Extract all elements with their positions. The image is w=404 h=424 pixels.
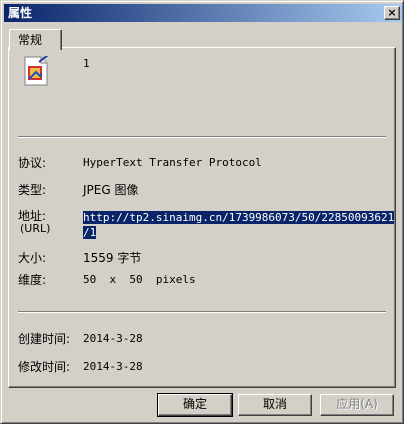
type-value: JPEG 图像 <box>83 183 139 197</box>
tab-general[interactable]: 常规 <box>9 29 62 50</box>
image-file-icon <box>24 56 49 86</box>
modified-label: 修改时间: <box>18 360 71 374</box>
address-label: 地址: <box>18 209 47 223</box>
protocol-value: HyperText Transfer Protocol <box>83 156 262 169</box>
protocol-label: 协议: <box>18 156 47 170</box>
separator-top <box>18 136 386 138</box>
cancel-button[interactable]: 取消 <box>238 394 312 416</box>
apply-button[interactable]: 应用(A) <box>320 394 394 416</box>
size-value: 1559 字节 <box>83 251 142 265</box>
close-icon: × <box>387 6 397 19</box>
ok-button[interactable]: 确定 <box>157 393 233 417</box>
tab-general-label: 常规 <box>18 33 43 47</box>
title-bar[interactable]: 属性 × <box>4 4 402 22</box>
modified-value: 2014-3-28 <box>83 360 143 373</box>
file-name: 1 <box>83 57 90 70</box>
address-url-label: (URL) <box>20 222 51 235</box>
dimension-label: 维度: <box>18 273 47 287</box>
dimension-value: 50 x 50 pixels <box>83 273 196 286</box>
size-label: 大小: <box>18 251 47 265</box>
address-value[interactable]: http://tp2.sinaimg.cn/1739986073/50/2285… <box>83 210 395 240</box>
close-button[interactable]: × <box>384 6 400 20</box>
window-title: 属性 <box>8 6 33 20</box>
address-line-2: /1 <box>83 226 97 239</box>
type-label: 类型: <box>18 183 47 197</box>
address-line-1: http://tp2.sinaimg.cn/1739986073/50/2285… <box>83 211 395 224</box>
created-label: 创建时间: <box>18 332 71 346</box>
created-value: 2014-3-28 <box>83 332 143 345</box>
separator-bottom <box>18 311 386 313</box>
